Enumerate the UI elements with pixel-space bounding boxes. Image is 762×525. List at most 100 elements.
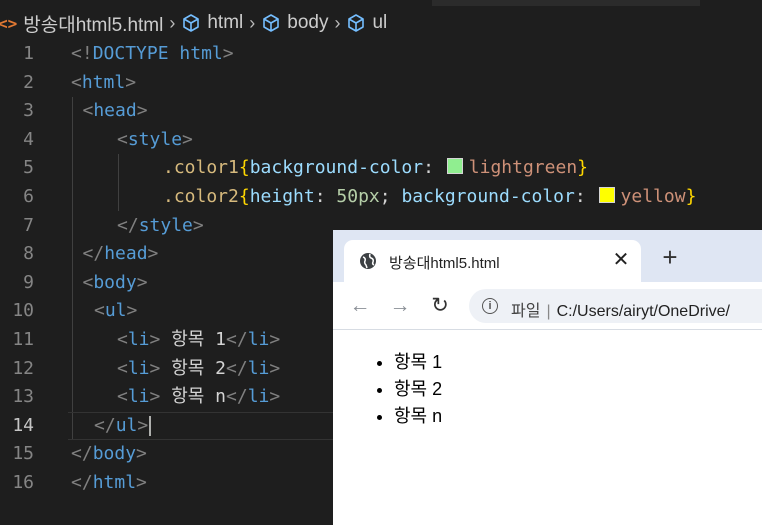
list-item: 항목 2 <box>394 376 762 403</box>
color-swatch[interactable] <box>446 158 463 175</box>
code-token: > <box>149 328 172 350</box>
element-cube-icon <box>181 13 201 33</box>
line-number: 6 <box>23 185 34 207</box>
address-bar[interactable]: i 파일 | C:/Users/airyt/OneDrive/ <box>469 289 762 323</box>
list-item: 항목 1 <box>394 349 762 376</box>
breadcrumb-ul-label: ul <box>372 12 388 33</box>
code-token: height <box>249 185 315 207</box>
line-number: 15 <box>12 443 34 465</box>
line-number: 5 <box>23 157 34 179</box>
code-token: ; <box>379 185 402 207</box>
line-number: 3 <box>23 100 34 122</box>
line-number: 16 <box>12 471 34 493</box>
code-token: < <box>117 128 128 150</box>
code-token: > <box>125 71 137 93</box>
line-number: 10 <box>12 300 34 322</box>
code-line[interactable]: 1 <!DOCTYPE html> <box>0 40 762 69</box>
code-token: li <box>247 357 270 379</box>
breadcrumb-html-label: html <box>207 12 244 33</box>
code-token: < <box>82 271 94 293</box>
line-number: 8 <box>23 243 34 265</box>
line-number: 12 <box>12 357 34 379</box>
code-token: > <box>137 414 149 436</box>
code-token: > <box>182 128 193 150</box>
breadcrumb-file[interactable]: <> 방송대html5.html <box>0 10 163 37</box>
code-token: </ <box>226 328 248 350</box>
element-cube-icon <box>346 13 366 33</box>
chevron-right-icon: › <box>249 12 256 33</box>
code-token: </ <box>226 357 248 379</box>
code-token: yellow <box>620 185 686 207</box>
code-token: head <box>104 243 148 265</box>
chevron-right-icon: › <box>169 12 176 33</box>
code-token: < <box>71 71 82 93</box>
code-token: ul <box>115 414 138 436</box>
close-icon[interactable]: ✕ <box>609 248 633 272</box>
browser-toolbar: ← → ↻ i 파일 | C:/Users/airyt/OneDrive/ <box>333 282 762 330</box>
code-token: .color1 <box>163 157 239 179</box>
browser-tab[interactable]: 방송대html5.html ✕ <box>344 240 641 282</box>
code-text: <li> 항목 n</li> <box>117 383 280 412</box>
code-token: </ <box>94 414 116 436</box>
code-token: } <box>685 185 697 207</box>
code-token: ul <box>104 300 127 322</box>
code-token: html <box>92 471 137 493</box>
line-number: 9 <box>23 271 34 293</box>
code-token: > <box>192 214 204 236</box>
code-line[interactable]: 3 <head> <box>0 97 762 126</box>
line-number: 7 <box>23 214 34 236</box>
code-text: </ul> <box>94 412 152 441</box>
code-text: </head> <box>83 240 159 269</box>
code-token: li <box>127 328 150 350</box>
code-text: <li> 항목 2</li> <box>117 355 280 384</box>
code-token: > <box>149 357 172 379</box>
code-line[interactable]: 5 .color1{background-color: lightgreen} <box>0 154 762 183</box>
code-text: .color2{height: 50px; background-color: … <box>163 183 696 212</box>
code-token: </ <box>71 471 93 493</box>
reload-icon[interactable]: ↻ <box>427 293 453 319</box>
code-token: { <box>238 185 250 207</box>
code-text: </html> <box>71 469 147 498</box>
line-number: 2 <box>23 71 34 93</box>
code-token: > <box>269 386 281 408</box>
tab-strip: 방송대html5.html ✕ + <box>333 230 762 282</box>
code-token: > <box>222 43 234 64</box>
code-text: </body> <box>71 440 147 469</box>
code-token: : <box>574 185 597 207</box>
code-token: body <box>93 271 137 293</box>
back-arrow-icon[interactable]: ← <box>347 293 373 319</box>
new-tab-button[interactable]: + <box>658 244 682 270</box>
breadcrumb-html[interactable]: html <box>181 12 243 34</box>
forward-arrow-icon[interactable]: → <box>387 293 413 319</box>
code-text: <!DOCTYPE html> <box>71 40 234 69</box>
code-text: <ul> <box>94 297 137 326</box>
breadcrumb-ul[interactable]: ul <box>346 12 387 34</box>
line-number: 11 <box>12 328 34 350</box>
code-token: style <box>138 214 193 236</box>
color-swatch[interactable] <box>598 186 615 203</box>
code-token: < <box>117 328 128 350</box>
code-token: } <box>577 157 588 179</box>
address-url: C:/Users/airyt/OneDrive/ <box>556 303 730 320</box>
page-viewport: 항목 1 항목 2 항목 n <box>333 330 762 525</box>
code-token: lightgreen <box>468 157 578 179</box>
code-token: </ <box>71 443 93 465</box>
code-token: <! <box>71 43 93 64</box>
code-line[interactable]: 4 <style> <box>0 126 762 155</box>
code-token: li <box>127 357 150 379</box>
text-cursor <box>149 415 152 436</box>
code-line[interactable]: 6 .color2{height: 50px; background-color:… <box>0 183 762 212</box>
code-token: > <box>269 328 281 350</box>
code-token: { <box>238 157 250 179</box>
code-token: > <box>269 357 281 379</box>
line-number: 4 <box>23 128 34 150</box>
info-icon[interactable]: i <box>482 298 498 314</box>
code-token: </ <box>226 386 248 408</box>
code-token: : <box>314 185 337 207</box>
line-number: 1 <box>23 43 34 64</box>
breadcrumb-body[interactable]: body <box>261 12 328 34</box>
tab-bar-remnant <box>432 0 700 6</box>
code-text: <html> <box>71 69 136 98</box>
code-line[interactable]: 2 <html> <box>0 69 762 98</box>
address-separator: | <box>546 303 551 320</box>
